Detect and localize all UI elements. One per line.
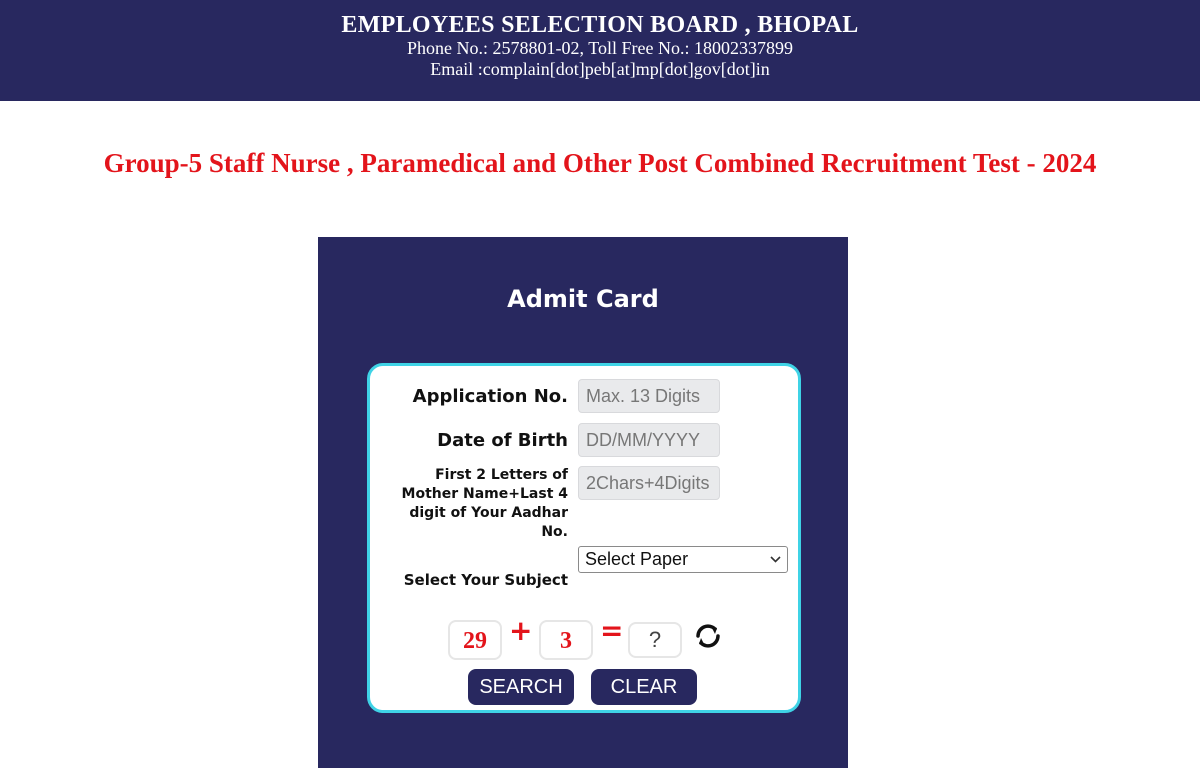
- panel-title: Admit Card: [507, 285, 659, 313]
- admit-card-panel: Admit Card Application No. Date of Birth…: [318, 237, 848, 768]
- chevron-down-icon: [769, 547, 782, 580]
- search-button[interactable]: SEARCH: [468, 669, 574, 705]
- captcha-equals: =: [600, 614, 624, 647]
- dob-label: Date of Birth: [437, 430, 568, 451]
- captcha-number-2: 3: [539, 620, 593, 660]
- subject-select-value: Select Paper: [585, 549, 689, 569]
- application-no-input[interactable]: [578, 379, 720, 413]
- application-no-label: Application No.: [412, 386, 568, 407]
- admit-card-form: Application No. Date of Birth First 2 Le…: [367, 363, 801, 713]
- site-header: EMPLOYEES SELECTION BOARD , BHOPAL Phone…: [0, 0, 1200, 101]
- subject-label: Select Your Subject: [403, 571, 568, 589]
- contact-email: Email :complain[dot]peb[at]mp[dot]gov[do…: [430, 59, 770, 79]
- contact-phone: Phone No.: 2578801-02, Toll Free No.: 18…: [407, 38, 793, 58]
- exam-title: Group-5 Staff Nurse , Paramedical and Ot…: [103, 148, 1097, 178]
- captcha-number-1: 29: [448, 620, 502, 660]
- captcha-answer-input[interactable]: [628, 622, 682, 658]
- org-name: EMPLOYEES SELECTION BOARD , BHOPAL: [341, 12, 859, 38]
- captcha-operator: +: [509, 614, 533, 647]
- refresh-captcha-icon[interactable]: [694, 622, 722, 650]
- clear-button[interactable]: CLEAR: [591, 669, 697, 705]
- mother-aadhar-label: First 2 Letters of Mother Name+Last 4 di…: [401, 467, 568, 540]
- dob-input[interactable]: [578, 423, 720, 457]
- mother-aadhar-input[interactable]: [578, 466, 720, 500]
- subject-select[interactable]: Select Paper: [578, 546, 788, 573]
